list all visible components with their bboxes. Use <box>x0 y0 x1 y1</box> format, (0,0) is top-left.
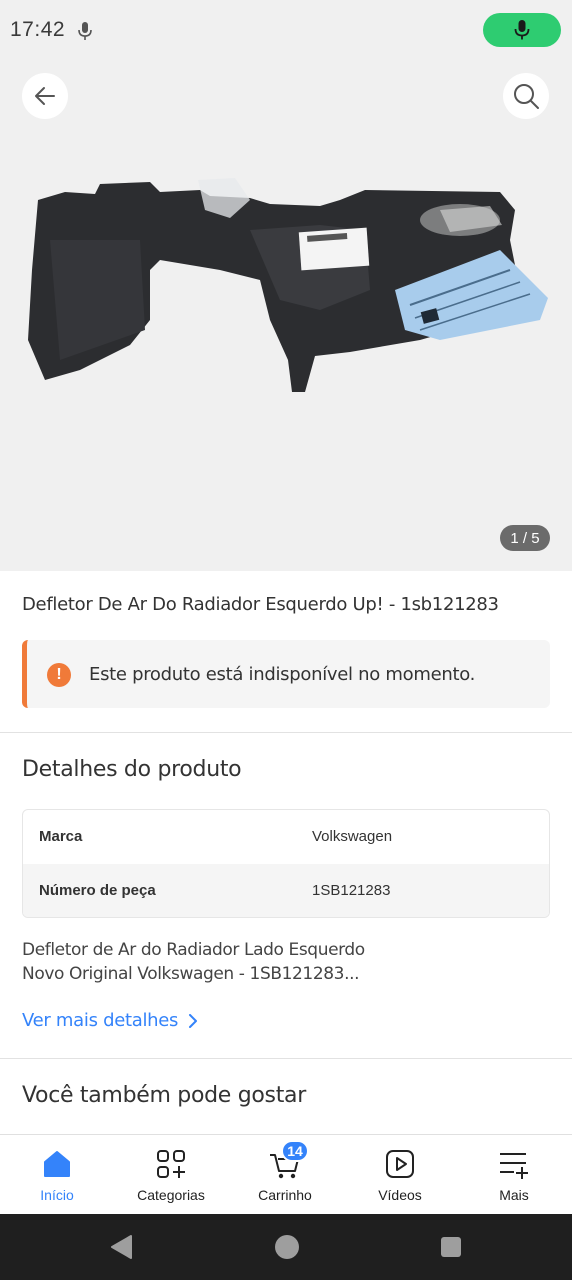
nav-label: Carrinho <box>258 1187 312 1203</box>
product-image <box>28 178 548 392</box>
nav-item-videos[interactable]: Vídeos <box>343 1135 457 1215</box>
home-icon <box>40 1147 74 1181</box>
nav-label: Vídeos <box>378 1187 422 1203</box>
video-icon <box>383 1147 417 1181</box>
details-value: 1SB121283 <box>312 882 391 899</box>
system-back-icon[interactable] <box>109 1234 133 1260</box>
warning-icon: ! <box>47 663 71 687</box>
arrow-left-icon <box>35 87 55 105</box>
voice-input-button[interactable] <box>483 13 561 47</box>
description-line: Novo Original Volkswagen - 1SB121283... <box>22 964 360 984</box>
cart-count-badge: 14 <box>281 1140 309 1162</box>
microphone-icon <box>514 20 530 40</box>
nav-item-cart[interactable]: 14 Carrinho <box>228 1135 342 1215</box>
search-button[interactable] <box>503 73 549 119</box>
description-line: Defletor de Ar do Radiador Lado Esquerdo <box>22 940 365 960</box>
gallery-page-indicator: 1 / 5 <box>500 525 550 551</box>
alert-message: Este produto está indisponível no moment… <box>89 664 476 685</box>
recommendations-section-title: Você também pode gostar <box>22 1083 306 1108</box>
divider <box>0 732 572 733</box>
details-key: Marca <box>39 828 83 845</box>
back-button[interactable] <box>22 73 68 119</box>
categories-icon <box>154 1147 188 1181</box>
details-key: Número de peça <box>39 882 156 899</box>
nav-item-home[interactable]: Início <box>0 1135 114 1215</box>
microphone-status-icon <box>78 22 92 40</box>
chevron-right-icon <box>189 1013 198 1028</box>
product-description: Defletor de Ar do Radiador Lado Esquerdo… <box>22 938 422 986</box>
details-table: Marca Volkswagen Número de peça 1SB12128… <box>22 809 550 918</box>
status-bar: 17:42 <box>0 0 572 60</box>
nav-item-categories[interactable]: Categorias <box>114 1135 228 1215</box>
product-gallery[interactable]: 1 / 5 <box>0 60 572 571</box>
system-home-icon[interactable] <box>274 1234 300 1260</box>
nav-item-more[interactable]: Mais <box>457 1135 571 1215</box>
unavailable-alert: ! Este produto está indisponível no mome… <box>22 640 550 708</box>
nav-label: Categorias <box>137 1187 205 1203</box>
system-recents-icon[interactable] <box>440 1236 462 1258</box>
system-navigation-bar <box>0 1214 572 1280</box>
search-icon <box>514 84 539 109</box>
more-icon <box>497 1147 531 1181</box>
see-more-details-label: Ver mais detalhes <box>22 1010 179 1031</box>
details-section-title: Detalhes do produto <box>22 757 242 782</box>
product-title: Defletor De Ar Do Radiador Esquerdo Up! … <box>22 594 499 615</box>
status-time: 17:42 <box>10 18 66 41</box>
details-row-brand: Marca Volkswagen <box>23 810 549 864</box>
nav-label: Início <box>40 1187 74 1203</box>
nav-label: Mais <box>499 1187 529 1203</box>
see-more-details-link[interactable]: Ver mais detalhes <box>22 1010 198 1031</box>
details-row-part-number: Número de peça 1SB121283 <box>23 864 549 917</box>
divider <box>0 1058 572 1059</box>
bottom-navigation: Início Categorias 14 Carrinho Vídeos Mai… <box>0 1134 572 1214</box>
details-value: Volkswagen <box>312 828 393 845</box>
